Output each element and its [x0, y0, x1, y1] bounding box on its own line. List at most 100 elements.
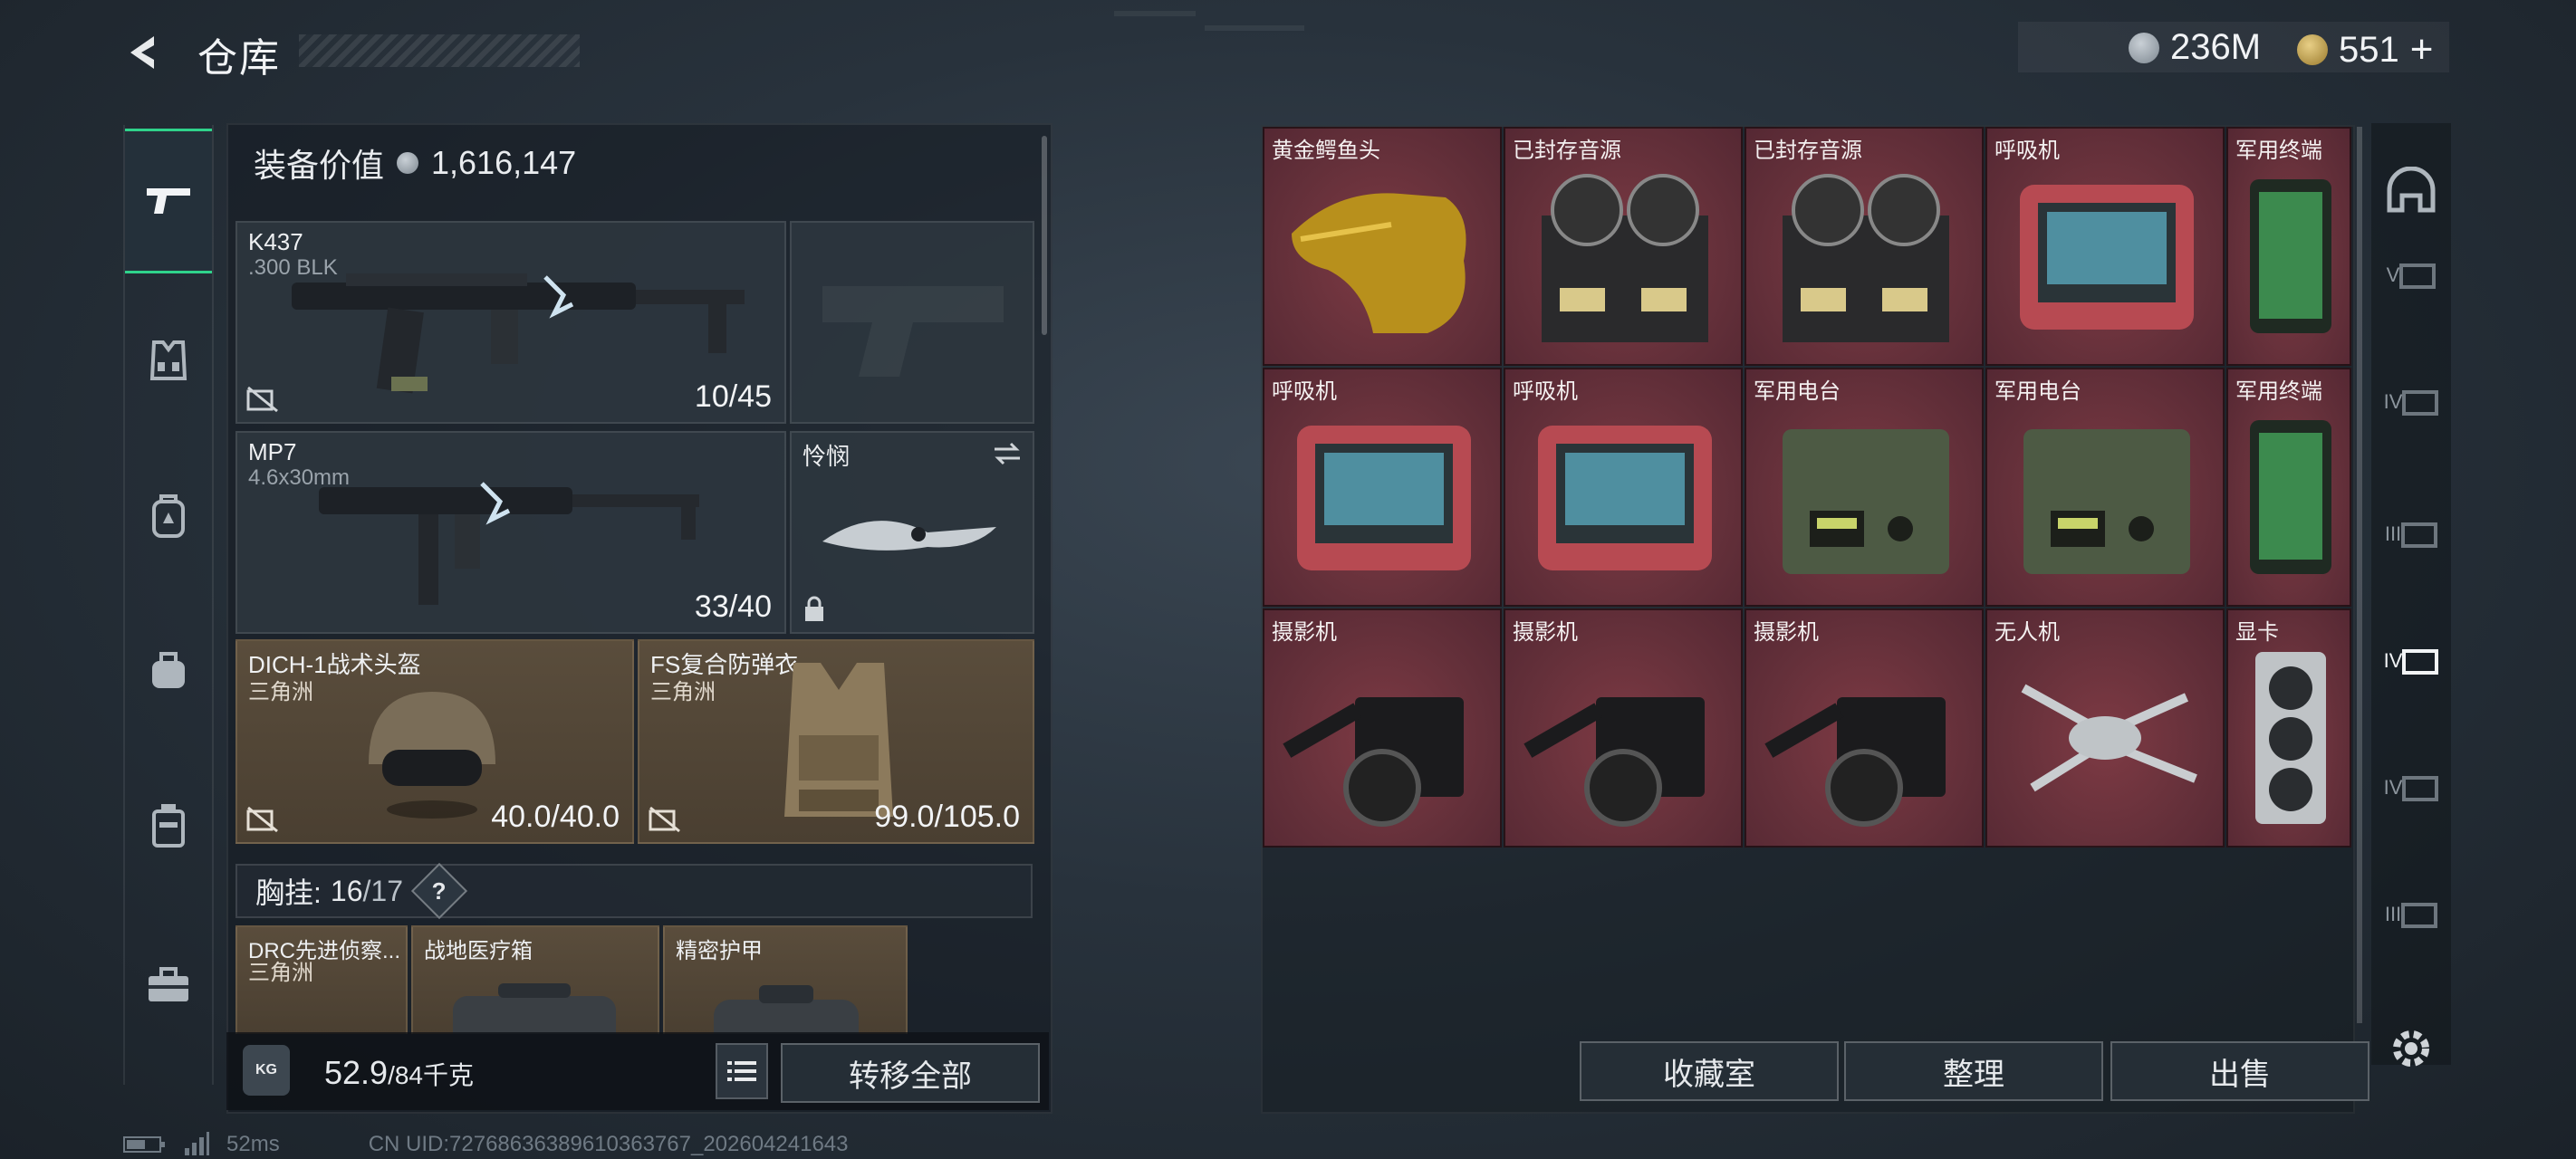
storage-icon [2401, 903, 2438, 928]
rig-item-name: 精密护甲 [676, 939, 763, 963]
storage-icon [2401, 522, 2438, 548]
armor-durability: 99.0/105.0 [874, 800, 1020, 834]
primary-weapon-slot[interactable]: K437 .300 BLK 10/45 [235, 221, 786, 424]
equipment-value: 装备价值 1,616,147 [254, 139, 576, 187]
stash-item-sealed-tape[interactable]: 已封存音源 [1504, 127, 1743, 366]
stash-item-graphics-card[interactable]: 显卡 [2226, 608, 2351, 848]
swap-icon[interactable] [991, 440, 1024, 467]
drone-image [2021, 684, 2197, 792]
storage-icon [2399, 263, 2437, 289]
rail-tier-label: III [2384, 903, 2402, 925]
rail-tier-label: III [2384, 522, 2402, 545]
camera-image [1764, 697, 1946, 827]
ammo-count: 10/45 [694, 379, 772, 414]
chest-rig-total: /17 [362, 874, 403, 907]
help-button[interactable]: ? [410, 862, 468, 920]
gear-icon [2393, 1030, 2429, 1067]
storage-icon [2402, 776, 2439, 801]
nav-toolbox[interactable] [125, 913, 212, 1058]
chest-rig-label: 胸挂: [255, 876, 322, 909]
premium-amount: 551 [2339, 29, 2399, 70]
equipment-scrollbar[interactable] [1042, 136, 1047, 335]
rail-tier-label: V [2386, 263, 2400, 286]
gold-croc-head-image [1292, 193, 1466, 333]
settings-button[interactable] [2384, 1021, 2438, 1076]
rail-tab-page-5-active[interactable]: IV [2371, 616, 2451, 706]
nav-chest-rig[interactable] [125, 288, 212, 433]
weight-readout: 52.9/84千克 [324, 1054, 474, 1092]
reel-recorder-image [1542, 174, 1708, 342]
camera-image [1283, 697, 1464, 827]
terminal-image [2250, 179, 2331, 333]
rail-tier-label: IV [2383, 649, 2403, 672]
rail-tab-page-6[interactable]: IV [2371, 742, 2451, 833]
premium-coin-icon [2297, 34, 2328, 65]
list-view-button[interactable] [716, 1043, 768, 1099]
helmet-slot[interactable]: DICH-1战术头盔 三角洲 40.0/40.0 [235, 639, 634, 844]
helmet-durability: 40.0/40.0 [491, 800, 620, 834]
stash-item-sealed-tape[interactable]: 已封存音源 [1745, 127, 1984, 366]
pistol-slot-empty[interactable] [790, 221, 1034, 424]
sort-button[interactable]: 整理 [1844, 1041, 2103, 1101]
helmet-origin: 三角洲 [248, 680, 313, 704]
page-title: 仓库 [197, 36, 281, 81]
stash-item-military-radio[interactable]: 军用电台 [1985, 368, 2225, 607]
currency-hafcoin: 236M [2129, 27, 2261, 68]
collection-room-button[interactable]: 收藏室 [1580, 1041, 1839, 1101]
equipment-category-nav [123, 125, 214, 1085]
stash-item-military-terminal[interactable]: 军用终端 [2226, 368, 2351, 607]
transfer-all-button[interactable]: 转移全部 [781, 1043, 1040, 1103]
stash-item-camera[interactable]: 摄影机 [1504, 608, 1743, 848]
rail-tab-equipment[interactable] [2371, 145, 2451, 235]
secondary-weapon-slot[interactable]: MP7 4.6x30mm 33/40 [235, 431, 786, 634]
stash-item-military-terminal[interactable]: 军用终端 [2226, 127, 2351, 366]
storage-icon [2402, 649, 2439, 675]
no-insurance-icon [246, 806, 278, 833]
rig-item[interactable]: 战地医疗箱 [411, 925, 659, 1034]
currency-premium[interactable]: 551 + [2297, 27, 2433, 72]
vest-icon [149, 340, 187, 380]
chest-rig-used: 16 [330, 874, 363, 907]
helmet-image [369, 692, 495, 819]
rig-item-origin: 三角洲 [248, 961, 313, 985]
medkit-image [453, 983, 616, 1034]
hafcoin-icon [2129, 32, 2159, 63]
rail-tab-page-7[interactable]: III [2371, 869, 2451, 960]
stash-item-ventilator[interactable]: 呼吸机 [1504, 368, 1743, 607]
equipment-value-amount: 1,616,147 [431, 144, 577, 181]
rail-tier-label: IV [2383, 390, 2403, 413]
stash-item-gold-croc-head[interactable]: 黄金鳄鱼头 [1263, 127, 1502, 366]
armor-slot[interactable]: FS复合防弹衣 三角洲 99.0/105.0 [638, 639, 1034, 844]
ammo-count: 33/40 [694, 589, 772, 624]
battery-icon [123, 1136, 165, 1153]
stash-item-military-radio[interactable]: 军用电台 [1745, 368, 1984, 607]
nav-bag[interactable] [125, 598, 212, 742]
stash-item-ventilator[interactable]: 呼吸机 [1263, 368, 1502, 607]
nav-backpack[interactable] [125, 444, 212, 589]
melee-slot[interactable]: 怜悯 [790, 431, 1034, 634]
rail-tab-page-4[interactable]: III [2371, 489, 2451, 580]
ventilator-image [2020, 185, 2194, 330]
stash-item-ventilator[interactable]: 呼吸机 [1985, 127, 2225, 366]
stash-item-drone[interactable]: 无人机 [1985, 608, 2225, 848]
nav-secure-case[interactable] [125, 753, 212, 898]
stash-item-camera[interactable]: 摄影机 [1263, 608, 1502, 848]
sell-button[interactable]: 出售 [2110, 1041, 2369, 1101]
rig-item[interactable]: 精密护甲 [663, 925, 908, 1034]
hafcoin-amount: 236M [2170, 27, 2262, 67]
kg-label: KG [255, 1062, 277, 1078]
stash-scrollbar[interactable] [2357, 127, 2362, 1023]
rail-tab-page-2[interactable]: V [2371, 230, 2451, 321]
signal-icon [185, 1132, 209, 1155]
add-currency-button[interactable]: + [2410, 27, 2434, 72]
hafcoin-icon [397, 152, 419, 174]
helmet-icon [2387, 167, 2436, 213]
back-button[interactable] [118, 27, 168, 78]
rail-tier-label: IV [2383, 776, 2403, 799]
nav-weapons[interactable] [125, 129, 212, 273]
rig-item[interactable]: DRC先进侦察... 三角洲 [235, 925, 408, 1034]
melee-name: 怜悯 [803, 443, 851, 470]
status-footer: 52ms CN UID:7276863638961036376​7_202604… [123, 1132, 849, 1157]
stash-item-camera[interactable]: 摄影机 [1745, 608, 1984, 848]
rail-tab-page-3[interactable]: IV [2371, 357, 2451, 447]
